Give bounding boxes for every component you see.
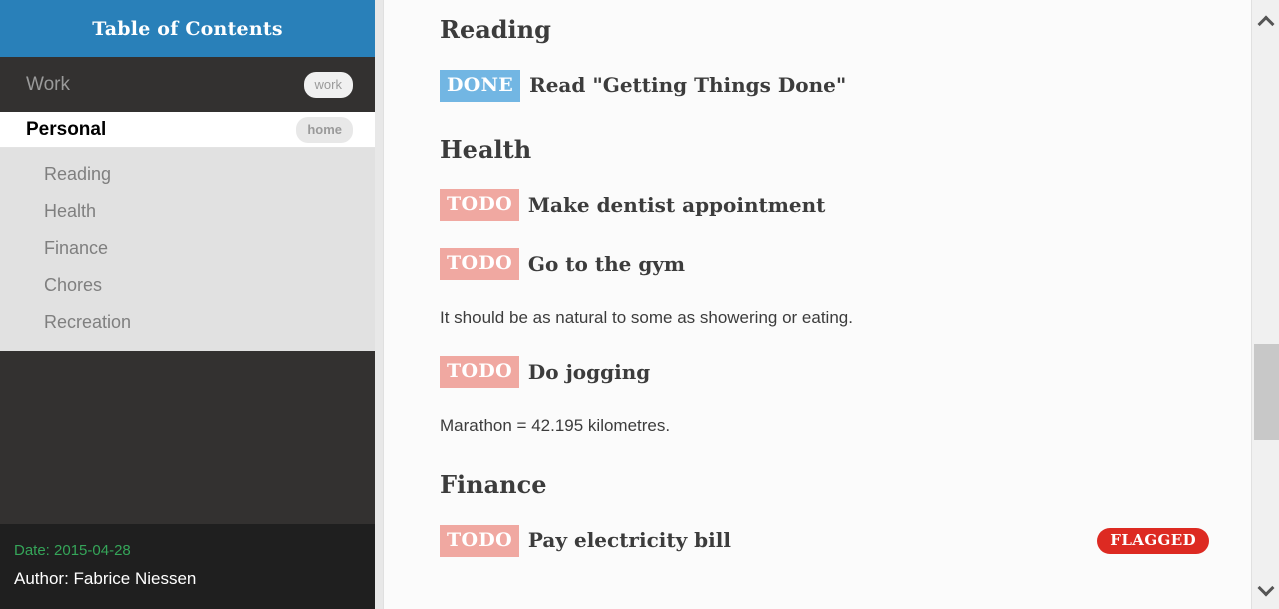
document-date: Date: 2015-04-28 (14, 542, 131, 559)
task-title: Do jogging (527, 359, 651, 384)
sidebar-item-label: Finance (44, 238, 109, 258)
toc-list: Work work Personal home Reading Health F… (0, 57, 375, 542)
sidebar-item-health[interactable]: Health (0, 193, 375, 230)
task-item[interactable]: TODO Pay electricity bill FLAGGED (440, 524, 1251, 557)
chevron-up-icon (1259, 17, 1273, 25)
task-keyword-done[interactable]: DONE (440, 69, 521, 102)
sidebar-item-label: Personal (26, 118, 107, 140)
sidebar-item-label: Health (44, 201, 97, 221)
task-title: Make dentist appointment (527, 192, 826, 217)
task-note: Marathon = 42.195 kilometres. (440, 416, 671, 436)
task-item[interactable]: DONE Read "Getting Things Done" (440, 69, 1251, 102)
sidebar-empty-space (0, 351, 375, 542)
sidebar-item-finance[interactable]: Finance (0, 230, 375, 267)
toc-sublist: Reading Health Finance Chores Recreation (0, 148, 375, 351)
task-keyword-todo[interactable]: TODO (440, 189, 519, 222)
sidebar-item-tag-work[interactable]: work (303, 71, 353, 98)
sidebar-title-text: Table of Contents (92, 17, 283, 40)
task-title: Go to the gym (527, 251, 686, 276)
task-keyword-todo[interactable]: TODO (440, 356, 519, 389)
document-author: Author: Fabrice Niessen (14, 569, 197, 588)
sidebar-item-label: Work (26, 73, 70, 95)
task-item[interactable]: TODO Make dentist appointment (440, 189, 1251, 222)
vertical-scrollbar[interactable] (1251, 0, 1279, 609)
sidebar-item-tag-home[interactable]: home (296, 116, 353, 143)
chevron-down-icon (1259, 584, 1273, 592)
sidebar-item-label: Chores (44, 275, 103, 295)
sidebar-item-personal[interactable]: Personal home (0, 112, 375, 148)
sidebar-item-chores[interactable]: Chores (0, 267, 375, 304)
sidebar-item-label: Reading (44, 164, 112, 184)
scroll-down-button[interactable] (1252, 573, 1279, 603)
document-content: Reading DONE Read "Getting Things Done" … (384, 0, 1251, 609)
task-item[interactable]: TODO Do jogging (440, 356, 1251, 389)
task-title: Pay electricity bill (527, 528, 731, 553)
section-heading-health: Health (440, 134, 532, 164)
task-keyword-todo[interactable]: TODO (440, 524, 519, 557)
task-note: It should be as natural to some as showe… (440, 308, 853, 328)
sidebar-item-work[interactable]: Work work (0, 57, 375, 112)
sidebar-item-label: Recreation (44, 312, 132, 332)
content-gutter (375, 0, 384, 609)
task-item[interactable]: TODO Go to the gym (440, 248, 1251, 281)
table-of-contents-sidebar: Table of Contents Work work Personal hom… (0, 0, 375, 609)
task-keyword-todo[interactable]: TODO (440, 248, 519, 281)
task-title: Read "Getting Things Done" (529, 73, 847, 98)
status-badge-flagged[interactable]: FLAGGED (1097, 527, 1209, 554)
section-heading-finance: Finance (440, 470, 547, 500)
app-root: Table of Contents Work work Personal hom… (0, 0, 1279, 609)
sidebar-item-recreation[interactable]: Recreation (0, 304, 375, 341)
section-heading-reading: Reading (440, 15, 551, 44)
scrollbar-thumb[interactable] (1254, 344, 1279, 440)
sidebar-item-reading[interactable]: Reading (0, 156, 375, 193)
scroll-up-button[interactable] (1252, 6, 1279, 36)
sidebar-footer: Date: 2015-04-28 Author: Fabrice Niessen (0, 524, 375, 609)
sidebar-title: Table of Contents (0, 0, 375, 57)
